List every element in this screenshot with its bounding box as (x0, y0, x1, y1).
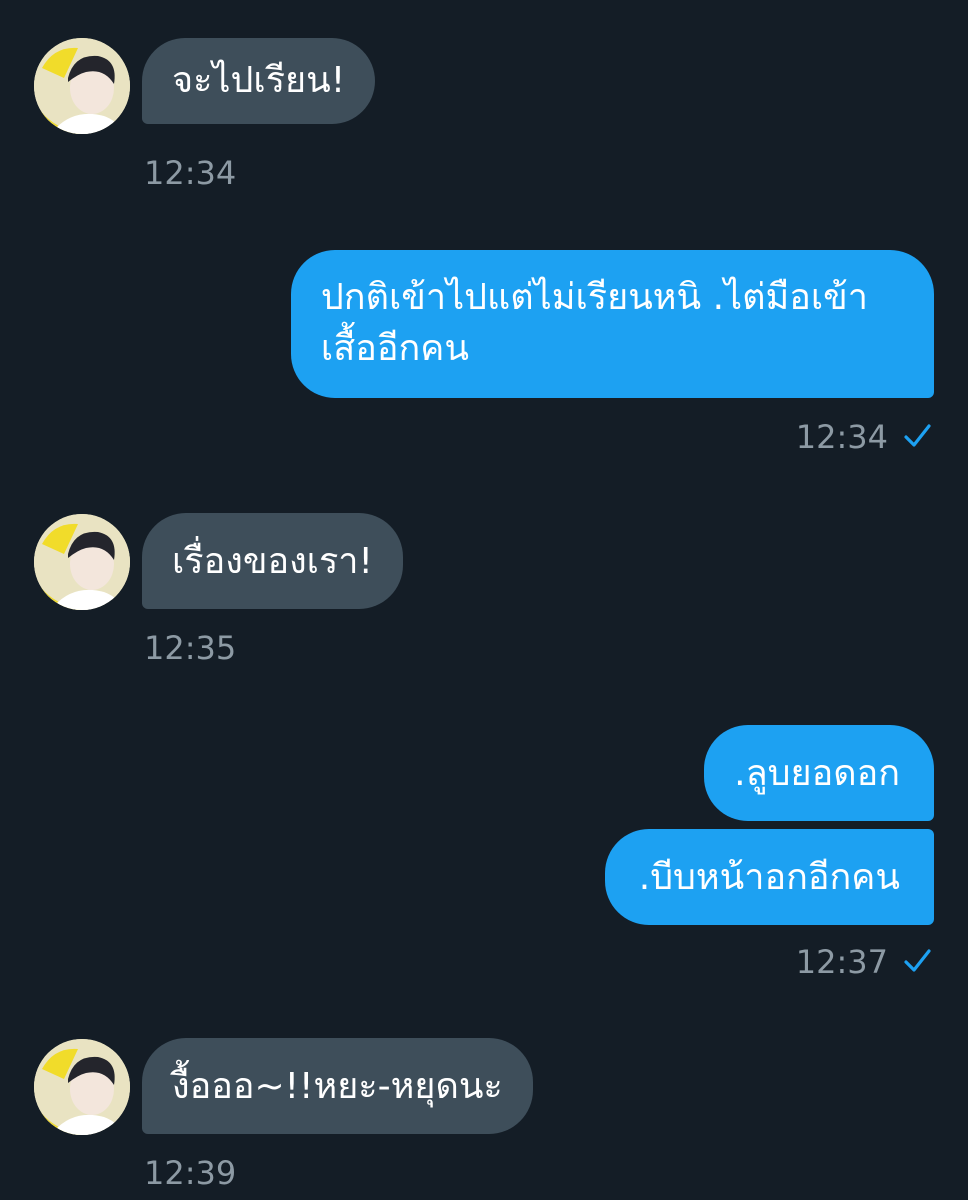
chat-thread: จะไปเรียน! 12:34 ปกติเข้าไปแต่ไม่เรียนหน… (0, 0, 968, 1200)
message-text: จะไปเรียน! (172, 60, 346, 101)
message-text: งื้อออ~!!หยะ-หยุดนะ (172, 1066, 503, 1107)
incoming-message-bubble[interactable]: งื้อออ~!!หยะ-หยุดนะ (142, 1038, 533, 1134)
outgoing-message-bubble[interactable]: .ลูบยอดอก (704, 725, 934, 821)
message-timestamp: 12:37 (795, 943, 888, 981)
message-text: .ลูบยอดอก (734, 753, 900, 794)
message-timestamp: 12:34 (144, 154, 237, 192)
message-text: เรื่องของเรา! (172, 541, 373, 582)
read-check-icon (902, 946, 932, 976)
user-avatar-icon[interactable] (34, 38, 130, 134)
read-check-icon (902, 421, 932, 451)
message-text-line: เสื้ออีกคน (320, 328, 469, 369)
user-avatar-icon[interactable] (34, 1039, 130, 1135)
incoming-message-bubble[interactable]: เรื่องของเรา! (142, 513, 403, 609)
message-text: .บีบหน้าอกอีกคน (638, 857, 900, 898)
message-timestamp: 12:34 (795, 418, 888, 456)
message-timestamp: 12:39 (144, 1154, 237, 1192)
user-avatar-icon[interactable] (34, 514, 130, 610)
incoming-message-bubble[interactable]: จะไปเรียน! (142, 38, 376, 124)
message-text-line: ปกติเข้าไปแต่ไม่เรียนหนิ .ไต่มือเข้า (320, 277, 868, 318)
outgoing-message-bubble[interactable]: ปกติเข้าไปแต่ไม่เรียนหนิ .ไต่มือเข้า เสื… (290, 250, 934, 398)
outgoing-message-bubble[interactable]: .บีบหน้าอกอีกคน (604, 829, 934, 925)
message-timestamp: 12:35 (144, 629, 237, 667)
